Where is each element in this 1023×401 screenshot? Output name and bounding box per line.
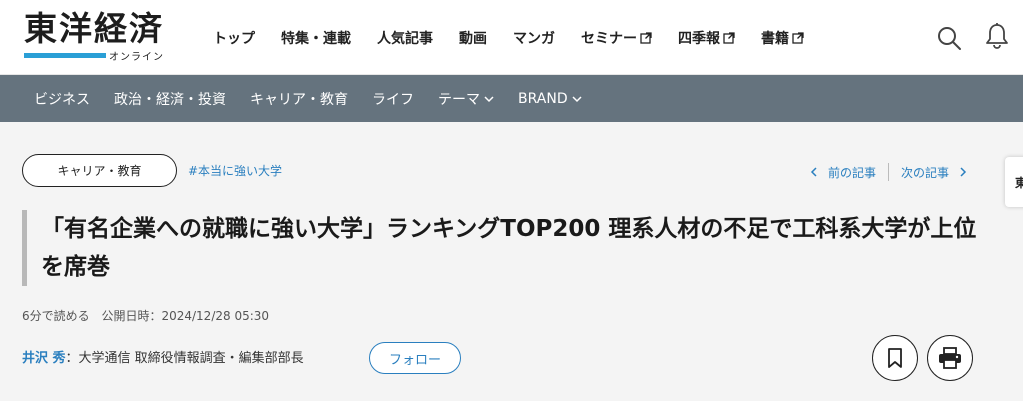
bookmark-button[interactable]	[872, 335, 918, 381]
external-link-icon	[723, 31, 735, 44]
main-nav: トップ 特集・連載 人気記事 動画 マンガ セミナー 四季報 書籍	[213, 0, 830, 75]
nav-label: マンガ	[513, 30, 555, 47]
reading-time: 6分で読める	[22, 309, 90, 323]
category-politics-economy[interactable]: 政治・経済・投資	[114, 89, 226, 109]
site-header: 東洋経済 オンライン トップ 特集・連載 人気記事 動画 マンガ セミナー 四季…	[0, 0, 1023, 75]
category-tag-label: キャリア・教育	[57, 164, 142, 178]
external-link-icon	[640, 31, 652, 44]
logo-text: 東洋経済	[24, 9, 164, 48]
nav-item-seminar[interactable]: セミナー	[581, 28, 652, 48]
chevron-right-icon	[960, 167, 967, 177]
side-tab-label: 東	[1015, 175, 1023, 190]
nav-item-video[interactable]: 動画	[459, 28, 487, 48]
category-label: ライフ	[372, 91, 414, 108]
category-business[interactable]: ビジネス	[34, 89, 90, 109]
site-logo[interactable]: 東洋経済 オンライン	[24, 9, 166, 63]
printer-icon	[939, 347, 961, 369]
bell-icon[interactable]	[984, 22, 1010, 50]
category-label: テーマ	[438, 91, 480, 108]
article-pager: 前の記事 次の記事	[810, 163, 967, 181]
chevron-down-icon	[484, 95, 494, 102]
nav-label: 四季報	[678, 30, 720, 47]
nav-item-top[interactable]: トップ	[213, 28, 255, 48]
article-meta: 6分で読める 公開日時：2024/12/28 05:30	[22, 307, 269, 324]
nav-item-shikiho[interactable]: 四季報	[678, 28, 735, 48]
side-panel-tab[interactable]: 東	[1005, 157, 1023, 207]
nav-label: トップ	[213, 30, 255, 47]
logo-subtext: オンライン	[109, 52, 164, 63]
category-brand-dropdown[interactable]: BRAND	[518, 91, 582, 107]
category-label: ビジネス	[34, 91, 90, 108]
category-career-education[interactable]: キャリア・教育	[250, 89, 348, 109]
external-link-icon	[792, 31, 804, 44]
category-label: 政治・経済・投資	[114, 91, 226, 108]
nav-label: 動画	[459, 30, 487, 47]
category-tag[interactable]: キャリア・教育	[22, 154, 177, 187]
category-bar: ビジネス 政治・経済・投資 キャリア・教育 ライフ テーマ BRAND	[0, 75, 1023, 122]
follow-label: フォロー	[388, 352, 441, 368]
nav-item-books[interactable]: 書籍	[761, 28, 804, 48]
chevron-down-icon	[572, 95, 582, 102]
article-title: 「有名企業への就職に強い大学」ランキングTOP200 理系人材の不足で工科系大学…	[41, 216, 977, 280]
author-name-link[interactable]: 井沢 秀	[22, 347, 66, 366]
category-theme-dropdown[interactable]: テーマ	[438, 89, 494, 109]
print-button[interactable]	[927, 335, 973, 381]
nav-label: 人気記事	[377, 30, 433, 47]
nav-label: セミナー	[581, 30, 637, 47]
nav-label: 特集・連載	[281, 30, 351, 47]
logo-underline	[24, 53, 106, 58]
article-title-block: 「有名企業への就職に強い大学」ランキングTOP200 理系人材の不足で工科系大学…	[22, 210, 982, 286]
published-date: 公開日時：2024/12/28 05:30	[101, 309, 270, 323]
hashtag-link[interactable]: #本当に強い大学	[188, 162, 282, 179]
search-icon[interactable]	[936, 25, 962, 51]
chevron-left-icon	[810, 167, 817, 177]
prev-article-link[interactable]: 前の記事	[828, 164, 876, 181]
next-article-link[interactable]: 次の記事	[901, 164, 949, 181]
nav-item-popular[interactable]: 人気記事	[377, 28, 433, 48]
nav-label: 書籍	[761, 30, 789, 47]
pager-divider	[888, 163, 890, 181]
category-label: キャリア・教育	[250, 91, 348, 108]
bookmark-icon	[888, 348, 902, 368]
nav-item-manga[interactable]: マンガ	[513, 28, 555, 48]
category-life[interactable]: ライフ	[372, 89, 414, 109]
author-affiliation: ：大学通信 取締役情報調査・編集部部長	[65, 351, 304, 366]
category-label: BRAND	[518, 90, 568, 107]
follow-button[interactable]: フォロー	[369, 342, 461, 374]
nav-item-features[interactable]: 特集・連載	[281, 28, 351, 48]
author-row: 井沢 秀 ：大学通信 取締役情報調査・編集部部長	[22, 347, 304, 366]
